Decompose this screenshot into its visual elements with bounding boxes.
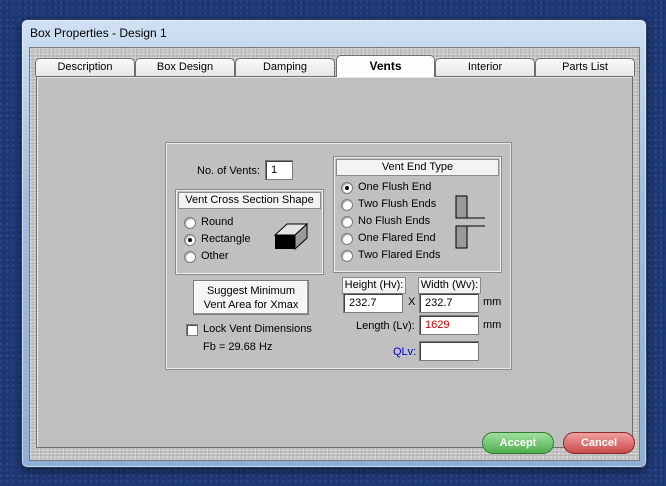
width-input[interactable]: 232.7 [419,293,479,313]
qlv-label: QLv: [393,346,417,358]
rectangle-vent-icon [273,222,309,251]
width-unit: mm [483,296,502,308]
option-two-flared-ends-label: Two Flared Ends [358,249,441,261]
suggest-minimum-vent-area-button[interactable]: Suggest Minimum Vent Area for Xmax [193,280,309,315]
window-client-area: Description Box Design Damping Vents Int… [29,47,640,461]
option-two-flush-ends-label: Two Flush Ends [358,198,437,210]
length-input[interactable]: 1629 [419,315,479,335]
option-rectangle-label: Rectangle [201,233,251,245]
radio-one-flared-end[interactable] [341,233,353,245]
suggest-button-line2: Vent Area for Xmax [203,299,299,311]
cross-section-title: Vent Cross Section Shape [178,192,321,209]
tab-vents[interactable]: Vents [336,55,435,77]
flush-end-vent-icon [455,195,485,249]
length-unit: mm [483,319,502,331]
option-one-flush-end-label: One Flush End [358,181,432,193]
vent-count-input[interactable]: 1 [265,160,293,180]
vents-settings-box: No. of Vents: 1 Vent Cross Section Shape… [165,142,512,370]
tab-description[interactable]: Description [35,58,135,76]
radio-two-flared-ends[interactable] [341,250,353,262]
window-title: Box Properties - Design 1 [30,26,167,40]
width-label: Width (Wv): [418,277,481,294]
vents-panel: No. of Vents: 1 Vent Cross Section Shape… [36,76,633,448]
cancel-button[interactable]: Cancel [563,432,635,454]
times-sign: X [408,296,416,308]
radio-rectangle[interactable] [184,234,196,246]
radio-no-flush-ends[interactable] [341,216,353,228]
radio-other[interactable] [184,251,196,263]
length-label: Length (Lv): [356,320,415,332]
fb-readout: Fb = 29.68 Hz [203,341,273,353]
tab-parts-list[interactable]: Parts List [535,58,635,76]
vent-count-label: No. of Vents: [197,165,260,177]
radio-one-flush-end[interactable] [341,182,353,194]
lock-vent-dimensions-checkbox[interactable] [186,324,198,336]
properties-window: Box Properties - Design 1 Description Bo… [21,19,647,468]
radio-two-flush-ends[interactable] [341,199,353,211]
option-no-flush-ends-label: No Flush Ends [358,215,431,227]
option-round-label: Round [201,216,234,228]
tab-interior[interactable]: Interior [435,58,535,76]
tab-damping[interactable]: Damping [235,58,335,76]
suggest-button-line1: Suggest Minimum [206,285,296,297]
qlv-input[interactable] [419,341,479,361]
option-other-label: Other [201,250,229,262]
title-bar[interactable]: Box Properties - Design 1 [22,20,646,46]
lock-vent-dimensions-label: Lock Vent Dimensions [203,323,312,335]
vent-end-type-title: Vent End Type [336,159,499,176]
tab-strip: Description Box Design Damping Vents Int… [35,55,635,77]
accept-button[interactable]: Accept [482,432,554,454]
tab-box-design[interactable]: Box Design [135,58,235,76]
option-one-flared-end-label: One Flared End [358,232,436,244]
height-label: Height (Hv): [342,277,406,294]
radio-round[interactable] [184,217,196,229]
height-input[interactable]: 232.7 [343,293,403,313]
